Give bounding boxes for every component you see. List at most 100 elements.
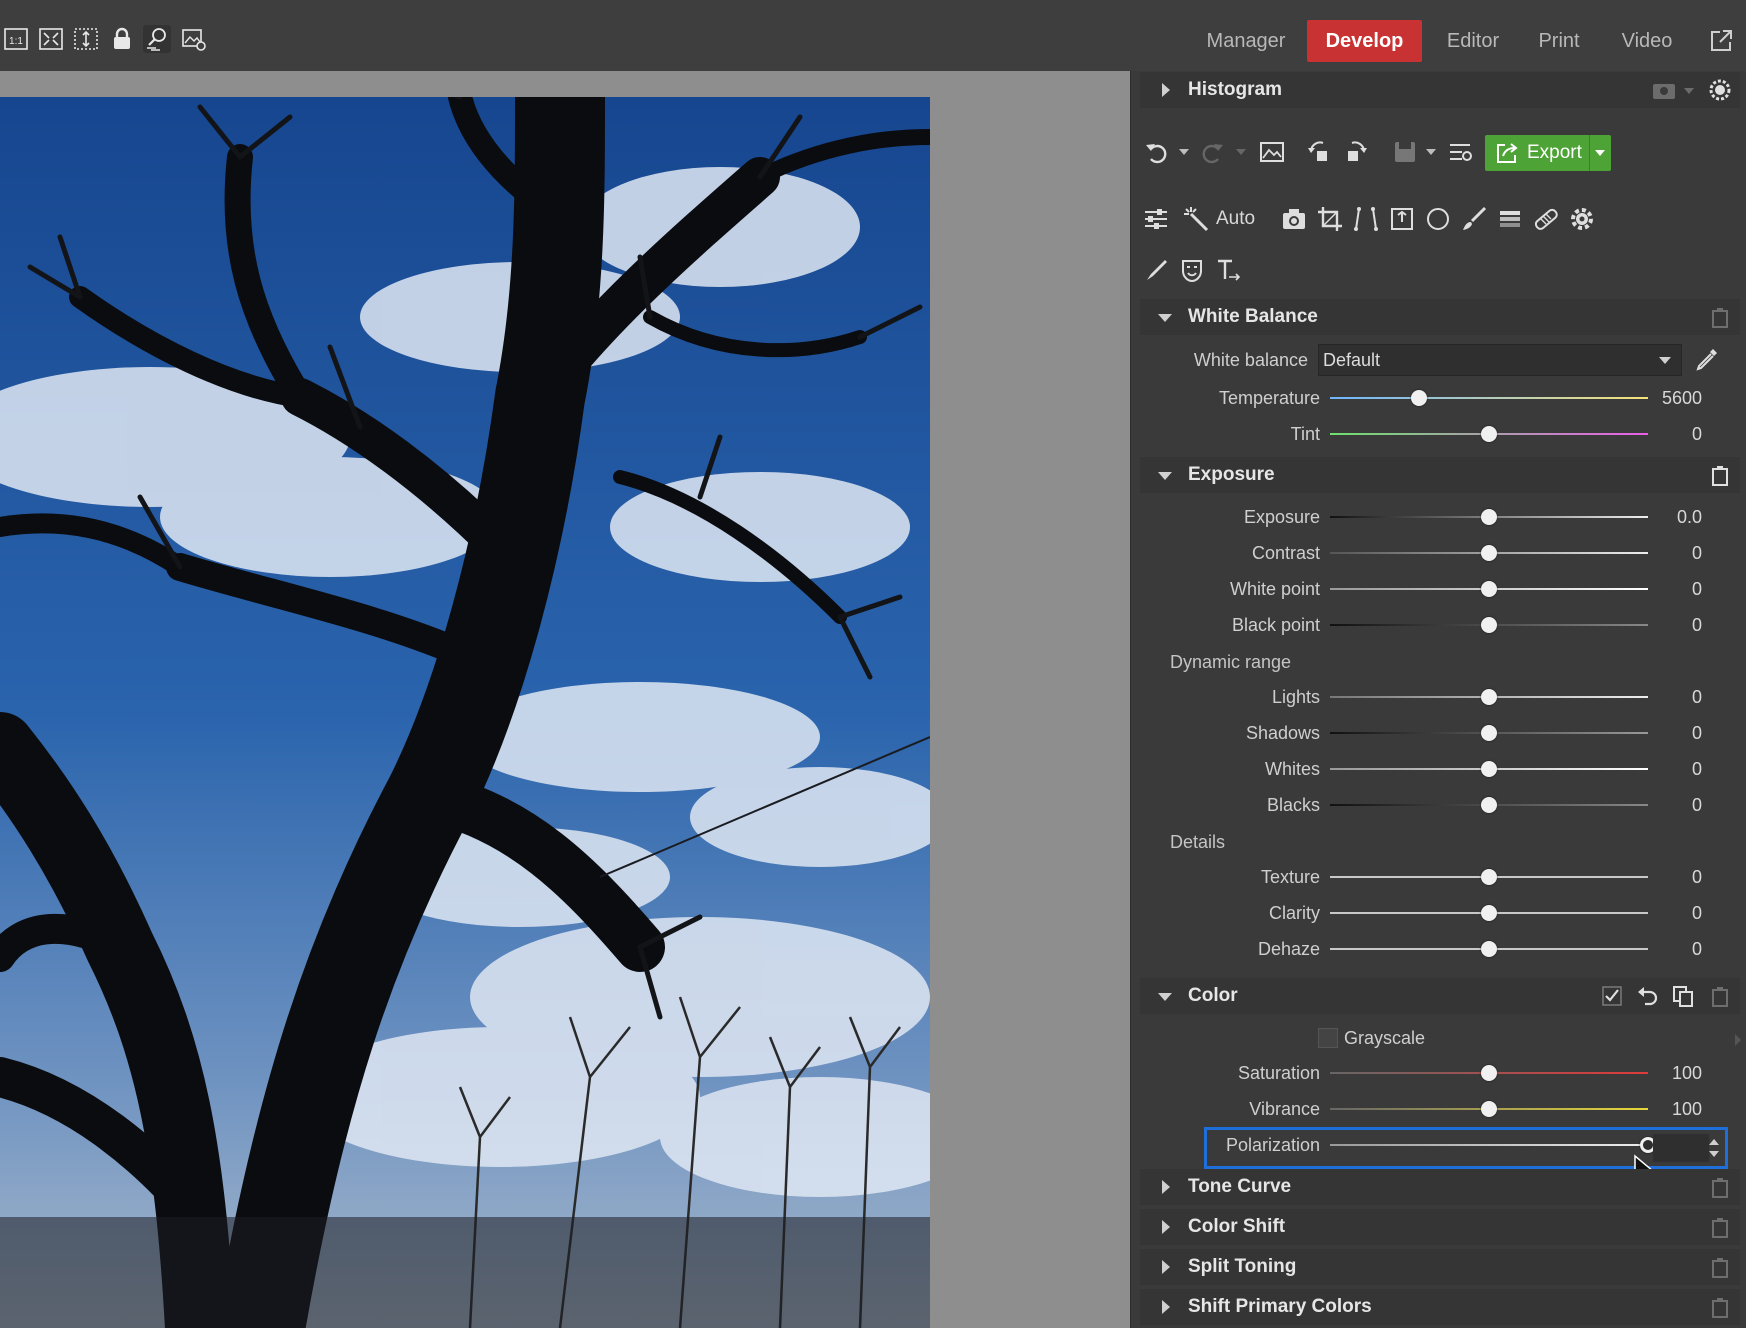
slider-value[interactable]: 0 <box>1692 680 1702 714</box>
slider-knob[interactable] <box>1481 617 1497 633</box>
adjustments-icon[interactable] <box>1448 139 1474 165</box>
rotate-right-icon[interactable] <box>1342 139 1368 165</box>
slider-texture[interactable]: Texture 0 <box>1140 860 1740 894</box>
camera-icon[interactable] <box>1281 206 1307 232</box>
export-button[interactable]: Export <box>1485 135 1611 171</box>
slider-knob[interactable] <box>1481 1065 1497 1081</box>
camera-icon[interactable] <box>1652 80 1676 100</box>
stepper-arrows-icon[interactable] <box>1707 1136 1721 1160</box>
chevron-down-icon[interactable] <box>1236 149 1246 155</box>
section-color-shift[interactable]: Color Shift <box>1140 1209 1740 1245</box>
slider-knob[interactable] <box>1411 390 1428 406</box>
paste-icon[interactable] <box>1710 1296 1732 1318</box>
slider-knob[interactable] <box>1481 725 1497 741</box>
white-balance-select[interactable]: Default <box>1318 344 1682 376</box>
gear-icon[interactable] <box>1569 206 1595 232</box>
slider-value[interactable]: 0 <box>1692 536 1702 570</box>
color-header[interactable]: Color <box>1140 978 1740 1014</box>
slider-knob[interactable] <box>1481 1101 1497 1117</box>
slider-vibrance[interactable]: Vibrance 100 <box>1140 1092 1740 1126</box>
external-window-icon[interactable] <box>1708 28 1734 54</box>
tab-develop[interactable]: Develop <box>1307 20 1422 62</box>
polarization-value-box[interactable] <box>1653 1134 1709 1162</box>
crop-icon[interactable] <box>1317 206 1343 232</box>
tab-manager[interactable]: Manager <box>1196 20 1296 62</box>
brush-icon[interactable] <box>1461 206 1487 232</box>
perspective-icon[interactable] <box>1353 206 1379 232</box>
redo-icon[interactable] <box>1200 139 1226 165</box>
slider-clarity[interactable]: Clarity 0 <box>1140 896 1740 930</box>
face-icon[interactable] <box>1179 257 1205 283</box>
slider-saturation[interactable]: Saturation 100 <box>1140 1056 1740 1090</box>
rotate-left-icon[interactable] <box>1307 139 1333 165</box>
slider-knob[interactable] <box>1481 581 1497 597</box>
slider-knob[interactable] <box>1481 797 1497 813</box>
panel-scroll-arrow-icon[interactable] <box>1735 1034 1741 1046</box>
slider-knob[interactable] <box>1481 905 1497 921</box>
slider-temperature[interactable]: Temperature 5600 <box>1140 381 1740 415</box>
slider-lights[interactable]: Lights 0 <box>1140 680 1740 714</box>
circle-mask-icon[interactable] <box>1425 206 1451 232</box>
slider-blacks[interactable]: Blacks 0 <box>1140 788 1740 822</box>
slider-value[interactable]: 0 <box>1692 860 1702 894</box>
reset-icon[interactable] <box>1636 985 1658 1007</box>
compare-icon[interactable] <box>143 25 171 53</box>
eraser-pen-icon[interactable] <box>1143 257 1169 283</box>
chevron-down-icon[interactable] <box>1179 149 1189 155</box>
fit-height-icon[interactable] <box>72 25 100 53</box>
slider-knob[interactable] <box>1481 545 1497 561</box>
tab-print[interactable]: Print <box>1524 20 1594 62</box>
image-settings-icon[interactable] <box>180 25 208 53</box>
slider-contrast[interactable]: Contrast 0 <box>1140 536 1740 570</box>
paste-icon[interactable] <box>1710 464 1732 486</box>
slider-knob[interactable] <box>1481 509 1497 525</box>
bandage-icon[interactable] <box>1533 206 1559 232</box>
section-shift-primary-colors[interactable]: Shift Primary Colors <box>1140 1289 1740 1325</box>
paste-icon[interactable] <box>1710 1216 1732 1238</box>
white-balance-header[interactable]: White Balance <box>1140 299 1740 335</box>
slider-value[interactable]: 0 <box>1692 572 1702 606</box>
slider-value[interactable]: 0 <box>1692 932 1702 966</box>
slider-black-point[interactable]: Black point 0 <box>1140 608 1740 642</box>
chevron-down-icon[interactable] <box>1426 149 1436 155</box>
slider-white-point[interactable]: White point 0 <box>1140 572 1740 606</box>
slider-tint[interactable]: Tint 0 <box>1140 417 1740 451</box>
copy-icon[interactable] <box>1672 985 1694 1007</box>
slider-knob[interactable] <box>1481 869 1497 885</box>
image-icon[interactable] <box>1259 139 1285 165</box>
lock-icon[interactable] <box>108 25 136 53</box>
slider-value[interactable]: 0 <box>1692 417 1702 451</box>
histogram-header[interactable]: Histogram <box>1140 72 1740 108</box>
slider-value[interactable]: 5600 <box>1662 381 1702 415</box>
slider-value[interactable]: 0.0 <box>1677 500 1702 534</box>
gear-icon[interactable] <box>1708 78 1732 102</box>
grayscale-checkbox[interactable] <box>1318 1028 1338 1048</box>
zoom-1-1-icon[interactable]: 1:1 <box>2 25 30 53</box>
paste-icon[interactable] <box>1710 306 1732 328</box>
magic-wand-icon[interactable] <box>1183 206 1209 232</box>
tab-video[interactable]: Video <box>1604 20 1690 62</box>
eyedropper-icon[interactable] <box>1694 346 1720 372</box>
tab-editor[interactable]: Editor <box>1432 20 1514 62</box>
paste-icon[interactable] <box>1710 1176 1732 1198</box>
slider-value[interactable]: 0 <box>1692 752 1702 786</box>
slider-shadows[interactable]: Shadows 0 <box>1140 716 1740 750</box>
slider-value[interactable]: 0 <box>1692 716 1702 750</box>
exposure-header[interactable]: Exposure <box>1140 457 1740 493</box>
paste-icon[interactable] <box>1710 985 1732 1007</box>
frame-icon[interactable] <box>1389 206 1415 232</box>
sliders-icon[interactable] <box>1143 206 1169 232</box>
paste-icon[interactable] <box>1710 1256 1732 1278</box>
chevron-down-icon[interactable] <box>1595 150 1605 156</box>
auto-label[interactable]: Auto <box>1216 206 1255 232</box>
checkmark-icon[interactable] <box>1602 986 1622 1006</box>
slider-knob[interactable] <box>1481 941 1497 957</box>
fit-screen-icon[interactable] <box>37 25 65 53</box>
slider-value[interactable]: 100 <box>1672 1056 1702 1090</box>
slider-value[interactable]: 0 <box>1692 608 1702 642</box>
chevron-down-icon[interactable] <box>1684 88 1694 94</box>
slider-value[interactable]: 0 <box>1692 788 1702 822</box>
slider-value[interactable]: 0 <box>1692 896 1702 930</box>
gradient-icon[interactable] <box>1497 206 1523 232</box>
slider-value[interactable]: 100 <box>1672 1092 1702 1126</box>
